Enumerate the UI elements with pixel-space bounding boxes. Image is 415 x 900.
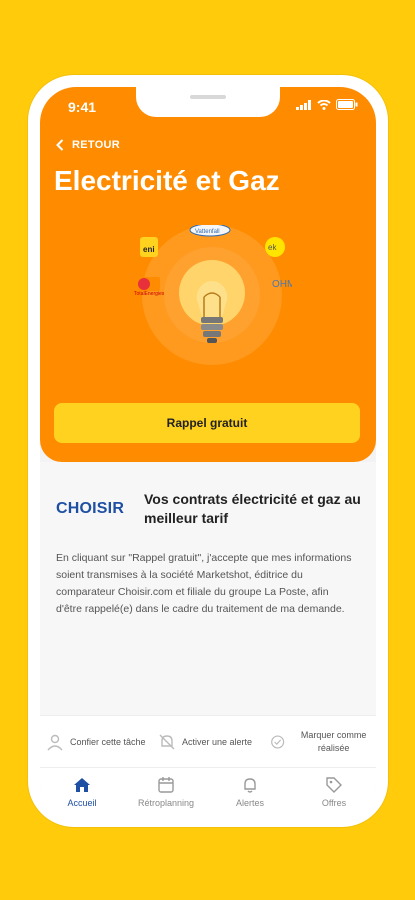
svg-text:eni: eni bbox=[143, 245, 155, 254]
mark-done-label: Marquer comme réalisée bbox=[300, 730, 367, 753]
delegate-task-label: Confier cette tâche bbox=[70, 736, 146, 747]
calendar-icon bbox=[158, 777, 174, 793]
free-callback-button[interactable]: Rappel gratuit bbox=[54, 403, 360, 443]
signal-icon bbox=[296, 99, 311, 110]
choisir-logo: CHOISIR bbox=[56, 500, 125, 517]
tab-label: Offres bbox=[321, 798, 347, 808]
check-circle-icon bbox=[271, 735, 285, 749]
svg-text:Vattenfall: Vattenfall bbox=[195, 229, 220, 235]
tab-label: Rétroplanning bbox=[137, 798, 195, 808]
screen: 9:41 RETOUR Electricité et Gaz eni Vatte… bbox=[40, 87, 376, 815]
back-label: RETOUR bbox=[72, 139, 121, 151]
status-icons bbox=[296, 99, 358, 110]
page-title: Electricité et Gaz bbox=[54, 165, 280, 196]
tab-alertes[interactable]: Alertes bbox=[208, 768, 292, 815]
offer-headline: Vos contrats électricité et gaz au meill… bbox=[144, 491, 361, 526]
tag-icon bbox=[326, 777, 342, 793]
action-bar: Confier cette tâche Activer une alerte M… bbox=[40, 715, 376, 768]
speaker-grille bbox=[190, 95, 226, 99]
back-button[interactable]: RETOUR bbox=[56, 139, 120, 151]
svg-text:ek: ek bbox=[268, 243, 277, 252]
offer-card: CHOISIR Vos contrats électricité et gaz … bbox=[40, 462, 376, 715]
legal-notice: En cliquant sur "Rappel gratuit", j'acce… bbox=[56, 552, 352, 615]
wifi-icon bbox=[317, 99, 331, 110]
person-icon bbox=[47, 734, 63, 751]
hero-panel: 9:41 RETOUR Electricité et Gaz eni Vatte… bbox=[40, 87, 376, 462]
bell-icon bbox=[244, 778, 256, 793]
mark-done-button[interactable]: Marquer comme réalisée bbox=[264, 729, 376, 755]
phone-frame: 9:41 RETOUR Electricité et Gaz eni Vatte… bbox=[28, 75, 388, 827]
delegate-task-button[interactable]: Confier cette tâche bbox=[40, 733, 152, 751]
chevron-left-icon bbox=[56, 139, 64, 151]
status-time: 9:41 bbox=[68, 99, 97, 115]
home-icon bbox=[74, 778, 90, 792]
tab-bar: Accueil Rétroplanning Alertes Offres bbox=[40, 767, 376, 815]
tab-label: Accueil bbox=[67, 798, 97, 808]
enable-alert-label: Activer une alerte bbox=[182, 736, 253, 747]
svg-text:OHM: OHM bbox=[272, 279, 292, 290]
notch bbox=[136, 87, 280, 117]
battery-icon bbox=[336, 99, 358, 110]
lightbulb-illustration: eni Vattenfall ek TotalEnergies OHM bbox=[132, 225, 292, 365]
tab-accueil[interactable]: Accueil bbox=[40, 768, 124, 815]
bell-off-icon bbox=[159, 734, 175, 750]
tab-retroplanning[interactable]: Rétroplanning bbox=[124, 768, 208, 815]
enable-alert-button[interactable]: Activer une alerte bbox=[152, 733, 264, 751]
svg-text:TotalEnergies: TotalEnergies bbox=[134, 291, 165, 297]
tab-label: Alertes bbox=[235, 798, 264, 808]
tab-offres[interactable]: Offres bbox=[292, 768, 376, 815]
